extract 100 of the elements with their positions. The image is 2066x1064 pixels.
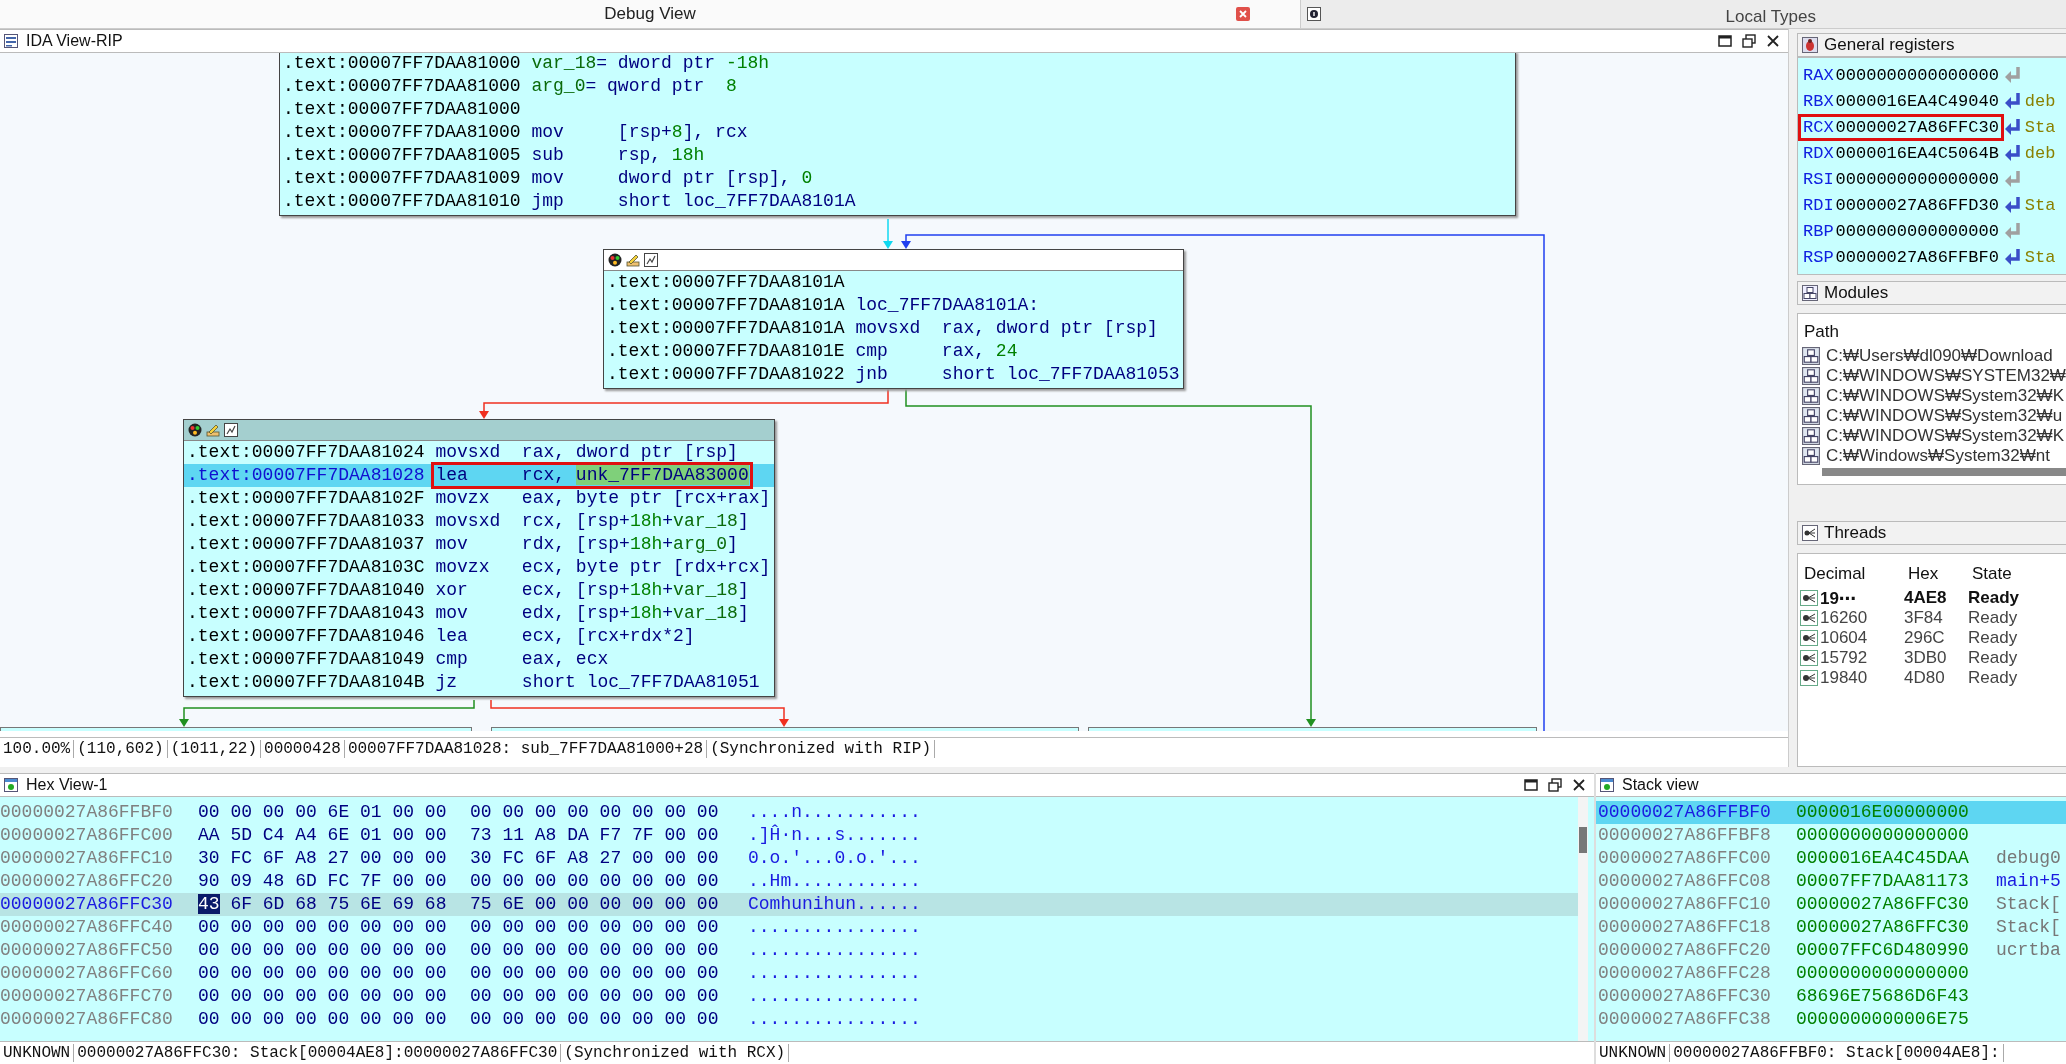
register-entry[interactable]: RBX0000016EA4C49040 xyxy=(1801,90,2001,112)
code-line[interactable]: .text:00007FF7DAA81000 var_18= dword ptr -18h xyxy=(283,53,1511,75)
column-header[interactable]: Hex xyxy=(1904,564,1966,584)
close-icon[interactable] xyxy=(1766,34,1780,48)
maximize-icon[interactable] xyxy=(1524,778,1538,792)
register-entry[interactable]: RSI 0000000000000000 xyxy=(1801,168,2001,190)
stack-value[interactable]: 00007FF7DAA81173 xyxy=(1796,870,1982,893)
tab-label[interactable]: Debug View xyxy=(604,4,696,24)
hex-address: 00000027A86FFC80 xyxy=(0,1008,174,1031)
stack-value[interactable]: 00000027A86FFC30 xyxy=(1796,916,1982,939)
pencil-icon[interactable] xyxy=(626,253,640,267)
hex-bytes[interactable]: 43 6F 6D 68 75 6E 69 68 xyxy=(198,893,456,916)
thread-icon xyxy=(1800,670,1818,686)
close-icon[interactable] xyxy=(1572,778,1586,792)
hex-bytes[interactable]: 00 00 00 00 00 00 00 00 xyxy=(470,939,728,962)
hex-bytes[interactable]: 00 00 00 00 00 00 00 00 xyxy=(470,801,728,824)
hex-bytes[interactable]: 00 00 00 00 00 00 00 00 xyxy=(470,962,728,985)
panel-title: Hex View-1 xyxy=(26,776,108,794)
code-line[interactable]: .text:00007FF7DAA81046 lea ecx, [rcx+rdx*2] xyxy=(187,625,771,648)
code-line[interactable]: .text:00007FF7DAA81033 movsxd rcx, [rsp+18h+var_18] xyxy=(187,510,771,533)
code-line[interactable]: .text:00007FF7DAA8102F movzx eax, byte ptr [rcx+rax] xyxy=(187,487,771,510)
code-line[interactable]: .text:00007FF7DAA8101A movsxd rax, dword ptr [rsp] xyxy=(607,317,1180,340)
stack-address: 00000027A86FFBF0 xyxy=(1597,801,1772,824)
scrollbar[interactable] xyxy=(1578,797,1588,1041)
hex-bytes[interactable]: 30 FC 6F A8 27 00 00 00 xyxy=(470,847,728,870)
code-line[interactable]: .text:00007FF7DAA81037 mov rdx, [rsp+18h+arg_0] xyxy=(187,533,771,556)
stack-value[interactable]: 00007FFC6D480990 xyxy=(1796,939,1982,962)
module-path[interactable]: C:₩Users₩dl090₩Download xyxy=(1826,346,2053,366)
stack-value[interactable]: 0000000000000000 xyxy=(1796,824,1982,847)
code-line[interactable]: .text:00007FF7DAA81010 jmp short loc_7FF7DAA8101A xyxy=(283,190,1511,213)
code-line[interactable]: .text:00007FF7DAA81000 arg_0= qword ptr 8 xyxy=(283,75,1511,98)
hex-bytes[interactable]: 90 09 48 6D FC 7F 00 00 xyxy=(198,870,456,893)
module-path[interactable]: C:₩WINDOWS₩System32₩K xyxy=(1826,426,2064,446)
hex-address: 00000027A86FFC60 xyxy=(0,962,174,985)
register-entry[interactable]: RSP00000027A86FFBF0 xyxy=(1801,246,2001,268)
register-entry[interactable]: RDX0000016EA4C5064B xyxy=(1801,142,2001,164)
maximize-icon[interactable] xyxy=(1718,34,1732,48)
restore-icon[interactable] xyxy=(1742,34,1756,48)
hex-bytes[interactable]: 00 00 00 00 00 00 00 00 xyxy=(198,985,456,1008)
code-line[interactable]: .text:00007FF7DAA8101A xyxy=(607,271,1180,294)
stack-value[interactable]: 68696E75686D6F43 xyxy=(1796,985,1982,1008)
status-field: (Synchronized with RIP) xyxy=(707,740,935,758)
hex-view-icon xyxy=(4,778,18,792)
register-entry[interactable]: RDI 00000027A86FFD30 xyxy=(1801,194,2001,216)
register-entry[interactable]: RAX0000000000000000 xyxy=(1801,64,2001,86)
stack-value[interactable]: 0000000000000000 xyxy=(1796,962,1982,985)
hex-bytes[interactable]: 00 00 00 00 00 00 00 00 xyxy=(470,985,728,1008)
code-line[interactable]: .text:00007FF7DAA81009 mov dword ptr [rsp], 0 xyxy=(283,167,1511,190)
code-line[interactable]: .text:00007FF7DAA81040 xor ecx, [rsp+18h+var_18] xyxy=(187,579,771,602)
code-line[interactable]: .text:00007FF7DAA8103C movzx ecx, byte ptr [rdx+rcx] xyxy=(187,556,771,579)
palette-icon[interactable] xyxy=(188,423,202,437)
thread-id[interactable]: 16260 xyxy=(1818,608,1900,628)
hex-bytes[interactable]: AA 5D C4 A4 6E 01 00 00 xyxy=(198,824,456,847)
code-line[interactable]: .text:00007FF7DAA81043 mov edx, [rsp+18h+var_18] xyxy=(187,602,771,625)
code-line[interactable]: .text:00007FF7DAA8101A loc_7FF7DAA8101A: xyxy=(607,294,1180,317)
module-path[interactable]: C:₩WINDOWS₩System32₩K xyxy=(1826,386,2064,406)
graph-icon[interactable] xyxy=(644,253,658,267)
hex-bytes[interactable]: 00 00 00 00 00 00 00 00 xyxy=(470,1008,728,1031)
code-line[interactable]: .text:00007FF7DAA81022 jnb short loc_7FF7DAA81053 xyxy=(607,363,1180,386)
hex-bytes[interactable]: 75 6E 00 00 00 00 00 00 xyxy=(470,893,728,916)
hex-bytes[interactable]: 00 00 00 00 00 00 00 00 xyxy=(198,939,456,962)
column-header[interactable]: State xyxy=(1966,564,2012,584)
module-path[interactable]: C:₩WINDOWS₩SYSTEM32₩ xyxy=(1826,366,2066,386)
thread-state: Ready xyxy=(1967,608,2018,628)
stack-value[interactable]: 00000027A86FFC30 xyxy=(1796,893,1982,916)
hex-bytes[interactable]: 00 00 00 00 00 00 00 00 xyxy=(198,962,456,985)
graph-icon[interactable] xyxy=(224,423,238,437)
tab-label[interactable]: Local Types xyxy=(1725,7,1816,27)
stack-value[interactable]: 0000000000006E75 xyxy=(1796,1008,1982,1031)
restore-icon[interactable] xyxy=(1548,778,1562,792)
pencil-icon[interactable] xyxy=(206,423,220,437)
code-line[interactable]: .text:00007FF7DAA8101E cmp rax, 24 xyxy=(607,340,1180,363)
thread-id[interactable]: 15792 xyxy=(1818,648,1900,668)
hex-bytes[interactable]: 30 FC 6F A8 27 00 00 00 xyxy=(198,847,456,870)
hex-bytes[interactable]: 00 00 00 00 00 00 00 00 xyxy=(198,916,456,939)
hex-bytes[interactable]: 00 00 00 00 6E 01 00 00 xyxy=(198,801,456,824)
code-line[interactable]: .text:00007FF7DAA8104B jz short loc_7FF7DAA81051 xyxy=(187,671,771,694)
thread-id[interactable]: 19840 xyxy=(1818,668,1900,688)
stack-value[interactable]: 0000016EA4C45DAA xyxy=(1796,847,1982,870)
module-path[interactable]: C:₩Windows₩System32₩nt xyxy=(1826,446,2050,466)
palette-icon[interactable] xyxy=(608,253,622,267)
module-path[interactable]: C:₩WINDOWS₩System32₩u xyxy=(1826,406,2063,426)
scrollbar[interactable] xyxy=(1822,468,2066,476)
cubes-icon xyxy=(1802,427,1820,445)
column-header[interactable]: Decimal xyxy=(1802,564,1904,584)
register-entry[interactable]: RCX00000027A86FFC30 xyxy=(1801,116,2001,138)
code-line[interactable]: .text:00007FF7DAA81005 sub rsp, 18h xyxy=(283,144,1511,167)
hex-bytes[interactable]: 00 00 00 00 00 00 00 00 xyxy=(198,1008,456,1031)
code-line[interactable]: .text:00007FF7DAA81000 mov [rsp+8], rcx xyxy=(283,121,1511,144)
thread-id[interactable]: 10604 xyxy=(1818,628,1900,648)
thread-id[interactable]: 19⋯ xyxy=(1818,587,1900,609)
code-line[interactable]: .text:00007FF7DAA81049 cmp eax, ecx xyxy=(187,648,771,671)
thread-state: Ready xyxy=(1967,668,2018,688)
hex-bytes[interactable]: 00 00 00 00 00 00 00 00 xyxy=(470,870,728,893)
hex-bytes[interactable]: 00 00 00 00 00 00 00 00 xyxy=(470,916,728,939)
register-entry[interactable]: RBP0000000000000000 xyxy=(1801,220,2001,242)
column-header[interactable]: Path xyxy=(1802,322,2066,342)
code-line[interactable]: .text:00007FF7DAA81024 movsxd rax, dword ptr [rsp] xyxy=(187,441,771,464)
code-line[interactable]: .text:00007FF7DAA81000 xyxy=(283,98,1511,121)
hex-bytes[interactable]: 73 11 A8 DA F7 7F 00 00 xyxy=(470,824,728,847)
